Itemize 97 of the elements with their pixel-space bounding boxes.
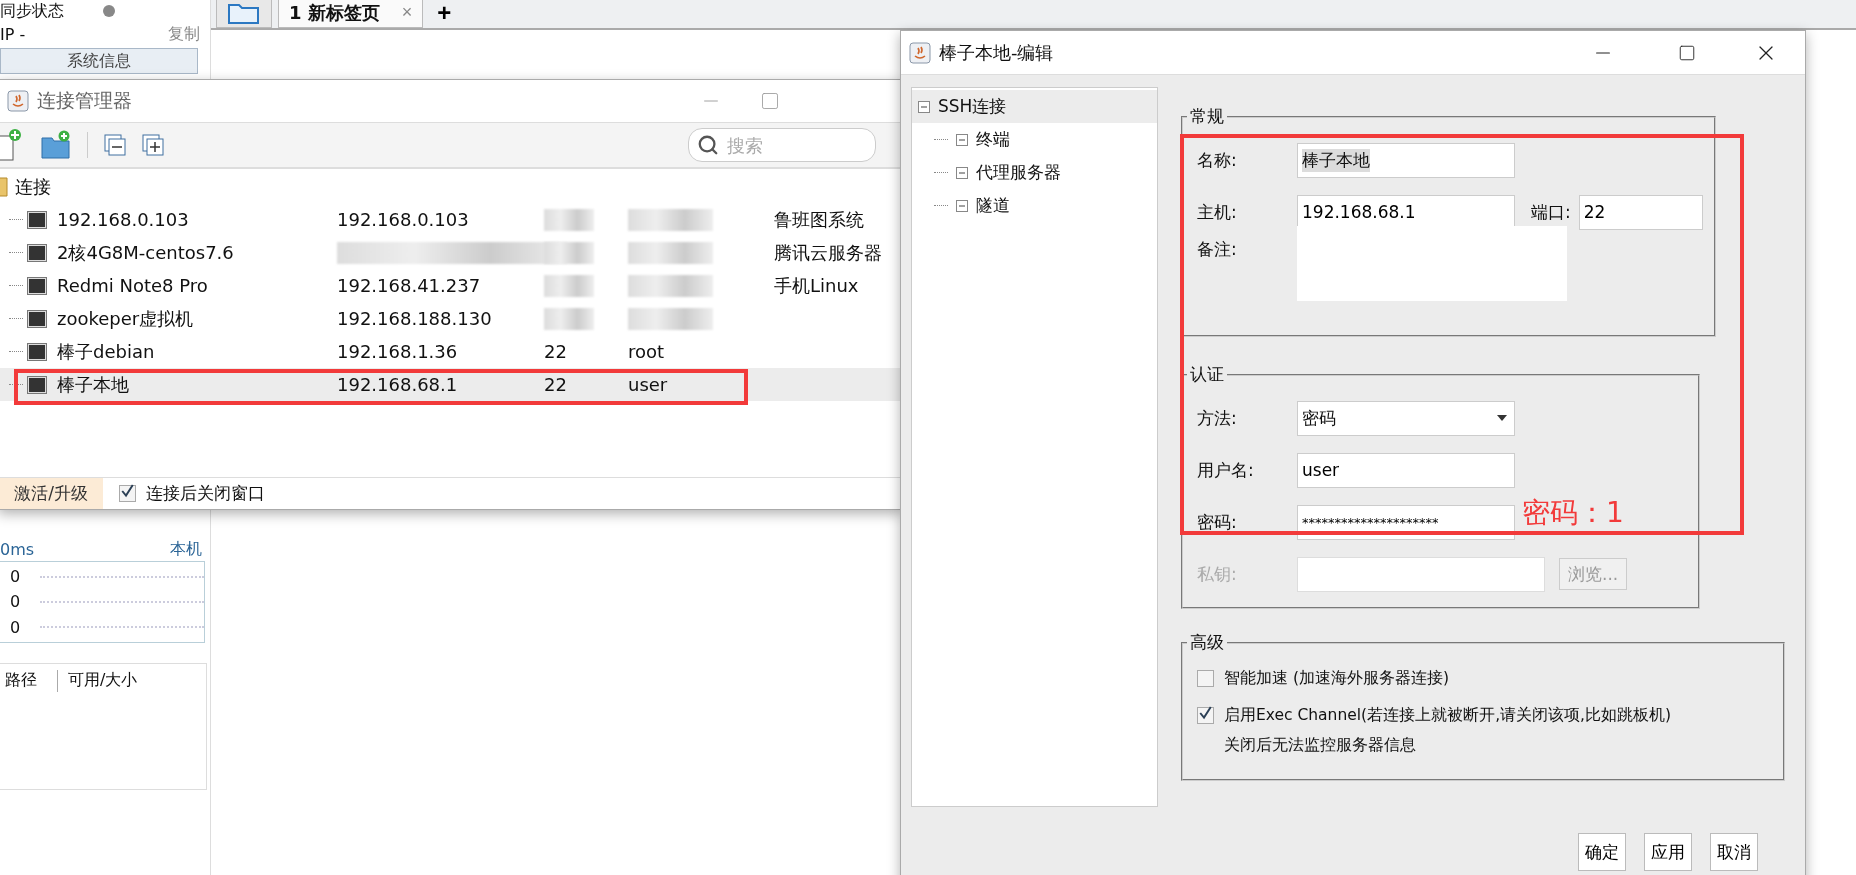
open-folder-button[interactable] [216,0,272,28]
connection-name: 192.168.0.103 [57,209,190,230]
chart-label: 0 [10,617,21,637]
chart-label: 0 [10,592,21,612]
field-label: 密码: [1197,510,1238,534]
blurred-patch [544,274,594,297]
tree-item[interactable]: 隧道 [912,189,1157,222]
checkbox[interactable] [119,485,136,502]
host-label: 本机 [170,538,202,560]
search-icon [697,134,719,156]
chart-label: 0 [10,567,21,587]
host-cell-text: 192.168.68.1 [337,374,459,395]
terminal-icon [27,243,47,262]
dialog-button[interactable]: 取消 [1710,833,1758,871]
ip-label: IP - [0,24,26,44]
host-cell-text: 192.168.188.130 [337,308,493,329]
collapse-icon[interactable] [956,199,968,212]
group-title: 认证 [1189,363,1225,386]
app-icon [7,90,29,112]
connection-name: Redmi Note8 Pro [57,275,209,296]
connection-name: zookeper虚拟机 [57,306,195,331]
username-field[interactable]: user [1297,452,1515,488]
user-cell-text: user [628,374,669,395]
add-tab-button[interactable]: + [429,0,460,28]
info-text: 关闭后无法监控服务器信息 [1224,736,1416,754]
group-title: 常规 [1189,105,1225,128]
expand-all-icon[interactable] [142,134,164,156]
host-cell-text: 192.168.41.237 [337,275,482,296]
tree-item[interactable]: SSH连接 [912,90,1157,123]
tree-item[interactable]: 连接 [15,175,51,199]
latency-label: 0ms [0,539,35,559]
copy-link[interactable]: 复制 [168,23,200,45]
field-label: 名称: [1197,148,1238,172]
note-cell-text: 腾讯云服务器 [774,240,883,265]
checkbox[interactable] [1197,707,1214,724]
column-header: 可用/大小 [68,670,139,691]
tab[interactable]: 1 新标签页 × [278,0,424,28]
window-title: 连接管理器 [37,88,132,113]
port-cell-text: 22 [544,374,568,395]
host-cell-text: 192.168.1.36 [337,341,459,362]
blurred-patch [544,307,594,330]
collapse-icon[interactable] [956,166,968,179]
port-field[interactable]: 22 [1578,194,1703,230]
maximize-icon[interactable] [1677,43,1696,62]
connection-row[interactable]: zookeper虚拟机 192.168.188.130 [0,302,902,335]
field-label: 私钥: [1197,562,1238,586]
connection-row[interactable]: 棒子debian 192.168.1.36 22 root [0,335,902,368]
note-cell-text: 手机Linux [774,273,860,298]
field-label: 主机: [1197,200,1238,224]
dropdown-arrow-icon [1496,414,1508,422]
group-title: 高级 [1189,631,1225,654]
name-field[interactable]: 棒子本地 [1297,142,1515,178]
search-box[interactable]: 搜索 [688,128,876,162]
maximize-icon[interactable] [760,91,780,111]
connection-name: 棒子debian [57,339,156,364]
field-label: 备注: [1197,238,1238,261]
note-cell-text: 鲁班图系统 [774,207,865,232]
terminal-icon [27,309,47,328]
field-label: 方法: [1197,406,1238,430]
note-field[interactable] [1297,226,1567,301]
column-header: 路径 [5,670,58,692]
system-info-button[interactable]: 系统信息 [0,48,198,74]
connection-name: 棒子本地 [57,372,130,397]
terminal-icon [27,210,47,229]
host-cell-text: 192.168.0.103 [337,209,470,230]
blurred-patch [544,208,594,231]
search-input[interactable]: 搜索 [725,133,865,157]
tree-item[interactable]: 终端 [912,123,1157,156]
tree-item[interactable]: 代理服务器 [912,156,1157,189]
field-label: 端口: [1531,200,1571,224]
connection-row[interactable]: Redmi Note8 Pro 192.168.41.237 手机Linux [0,269,902,302]
connection-row[interactable]: 192.168.0.103 192.168.0.103 鲁班图系统 [0,203,902,236]
new-folder-icon[interactable] [41,130,71,160]
sync-status-label: 同步状态 [0,0,64,22]
user-cell-text: root [628,341,666,362]
annotation-text: 密码：1 [1522,495,1624,531]
status-dot [103,5,115,17]
checkbox-label: 启用Exec Channel(若连接上就被断开,请关闭该项,比如跳板机) [1224,705,1672,726]
field-label: 用户名: [1197,458,1255,482]
port-cell-text: 22 [544,341,568,362]
activate-button[interactable]: 激活/升级 [0,478,103,509]
connection-name: 2核4G8M-centos7.6 [57,240,235,265]
collapse-icon[interactable] [956,133,968,146]
dialog-button[interactable]: 应用 [1644,833,1692,871]
checkbox-label: 连接后关闭窗口 [146,482,265,505]
checkbox[interactable] [1197,670,1214,687]
terminal-icon [27,276,47,295]
terminal-icon [27,342,47,361]
method-dropdown[interactable]: 密码 [1297,400,1515,436]
dialog-button[interactable]: 确定 [1578,833,1626,871]
app-icon [909,41,931,64]
collapse-icon[interactable] [918,100,930,113]
collapse-all-icon[interactable] [104,134,126,156]
checkbox-label: 智能加速 (加速海外服务器连接) [1224,668,1450,689]
connection-row[interactable]: 2核4G8M-centos7.6 腾讯云服务器 [0,236,902,269]
terminal-icon [27,375,47,394]
window-title: 棒子本地-编辑 [939,40,1054,65]
